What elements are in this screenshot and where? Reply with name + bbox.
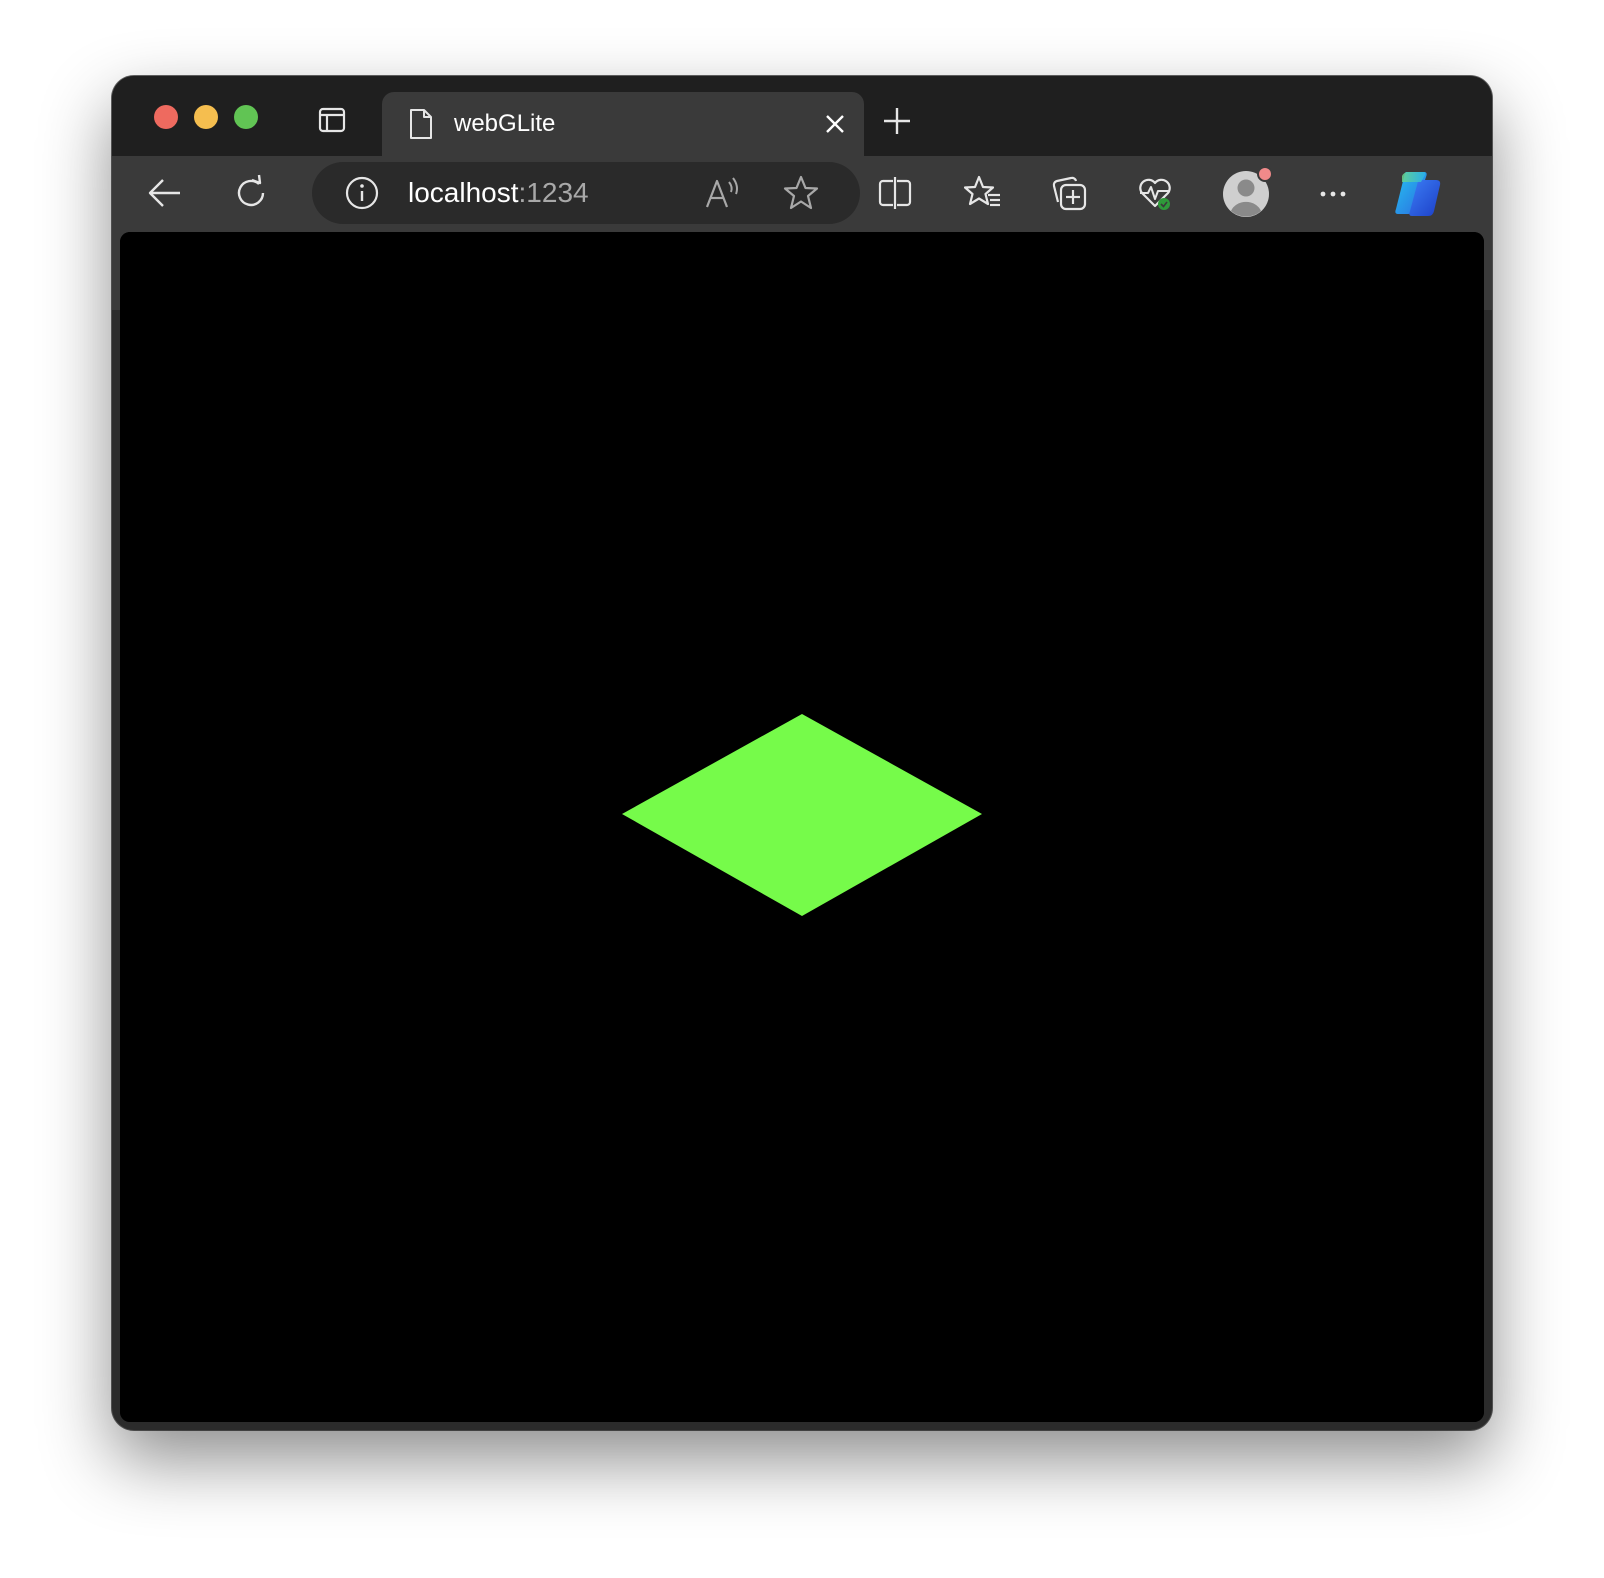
new-tab-icon[interactable] bbox=[882, 106, 912, 136]
url-host: localhost bbox=[408, 177, 519, 208]
back-arrow-icon[interactable] bbox=[146, 174, 184, 212]
copilot-icon[interactable] bbox=[1390, 166, 1446, 222]
tab-title: webGLite bbox=[454, 110, 556, 137]
close-window-button[interactable] bbox=[154, 105, 178, 129]
site-info-icon[interactable] bbox=[344, 175, 380, 211]
split-screen-icon[interactable] bbox=[876, 174, 914, 212]
close-tab-icon[interactable] bbox=[822, 111, 848, 137]
browser-window: webGLite localhost:1234 bbox=[112, 76, 1492, 1430]
webgl-canvas[interactable] bbox=[120, 232, 1484, 1422]
address-bar[interactable]: localhost:1234 bbox=[312, 162, 860, 224]
browser-essentials-icon[interactable] bbox=[1136, 174, 1174, 212]
favorite-star-icon[interactable] bbox=[782, 174, 820, 212]
document-icon bbox=[408, 108, 434, 140]
refresh-icon[interactable] bbox=[232, 174, 270, 212]
canvas-scene bbox=[120, 232, 1484, 1422]
profile-avatar[interactable] bbox=[1220, 164, 1276, 220]
tab-active[interactable]: webGLite bbox=[382, 92, 864, 156]
collections-icon[interactable] bbox=[1050, 174, 1088, 212]
url-text: localhost:1234 bbox=[408, 177, 589, 209]
read-aloud-icon[interactable] bbox=[704, 175, 742, 211]
maximize-window-button[interactable] bbox=[234, 105, 258, 129]
favorites-list-icon[interactable] bbox=[964, 174, 1002, 212]
tab-actions-icon[interactable] bbox=[318, 106, 346, 134]
minimize-window-button[interactable] bbox=[194, 105, 218, 129]
more-options-icon[interactable] bbox=[1314, 174, 1352, 212]
title-bar: webGLite bbox=[112, 76, 1492, 156]
url-port: :1234 bbox=[518, 177, 589, 208]
